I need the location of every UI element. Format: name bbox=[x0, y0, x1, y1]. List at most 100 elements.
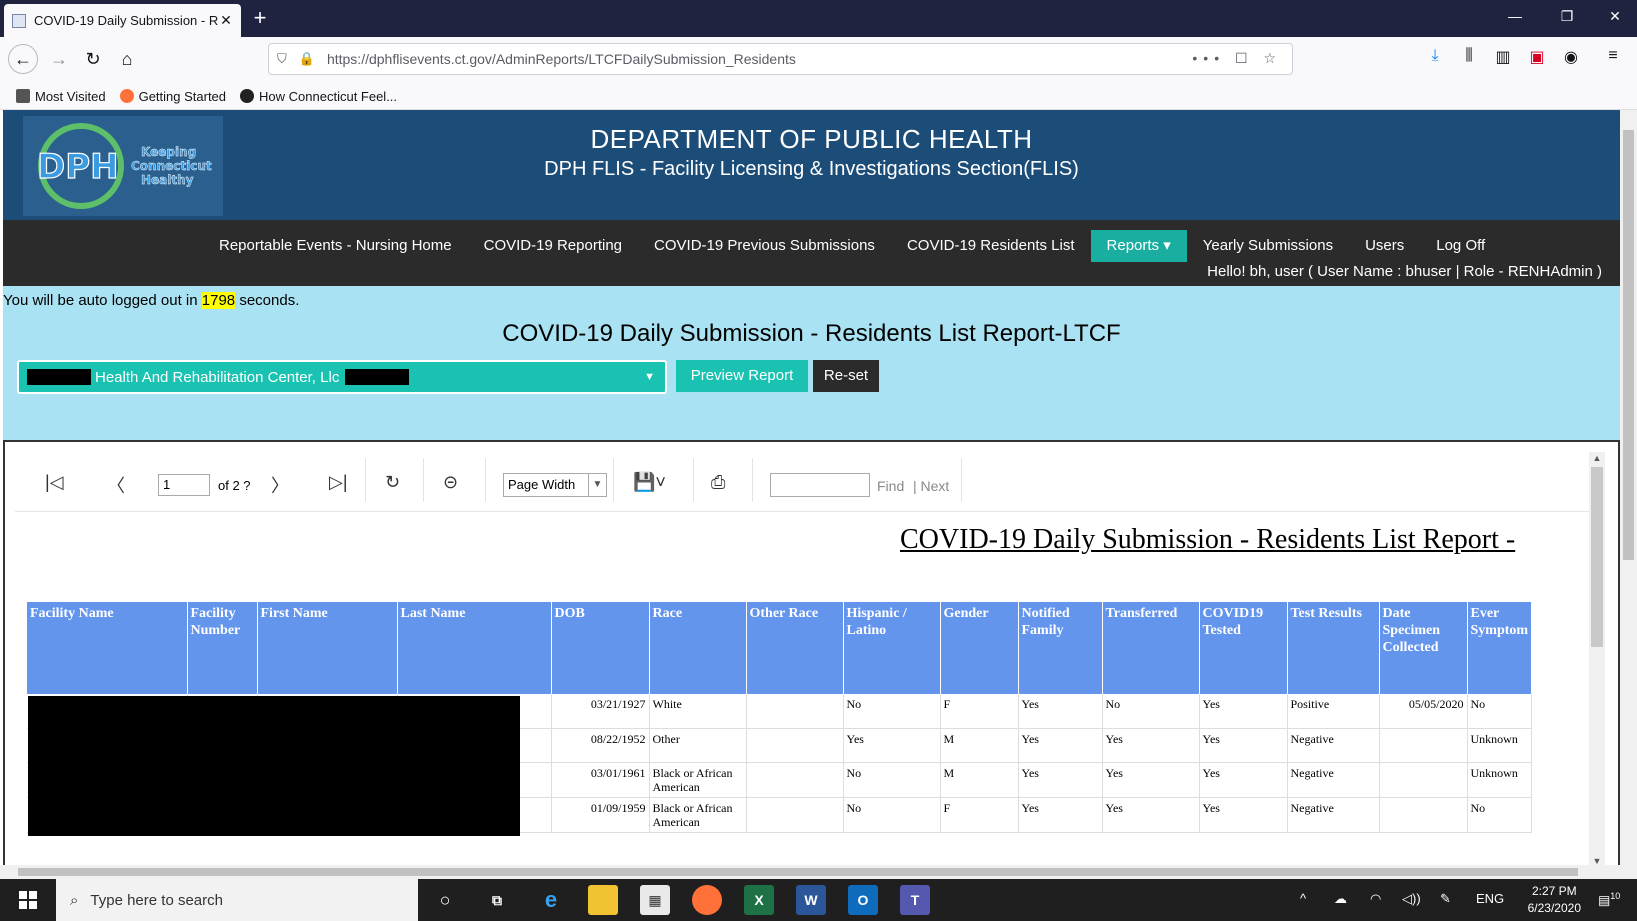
home-icon[interactable]: ⌂ bbox=[112, 44, 142, 74]
col-last-name: Last Name bbox=[397, 602, 552, 694]
url-text[interactable]: https://dphflisevents.ct.gov/AdminReport… bbox=[327, 51, 796, 67]
firefox-icon bbox=[119, 89, 134, 103]
menu-users[interactable]: Users bbox=[1349, 230, 1420, 262]
zoom-select[interactable]: Page Width ▼ bbox=[503, 473, 607, 497]
bookmark-how-connecticut[interactable]: How Connecticut Feel... bbox=[240, 89, 397, 104]
scroll-thumb[interactable] bbox=[1591, 467, 1603, 647]
page-actions-icon[interactable]: ••• ☐ ☆ bbox=[1192, 50, 1282, 67]
restore-icon[interactable]: ❐ bbox=[1552, 8, 1582, 25]
horizontal-scroll-thumb[interactable] bbox=[18, 868, 1578, 876]
word-icon[interactable]: W bbox=[796, 885, 826, 915]
menu-yearly-submissions[interactable]: Yearly Submissions bbox=[1187, 230, 1349, 262]
menu-residents-list[interactable]: COVID-19 Residents List bbox=[891, 230, 1091, 262]
page-scrollbar[interactable] bbox=[1620, 110, 1637, 865]
save-export-icon[interactable]: 💾˅ bbox=[633, 472, 666, 493]
excel-icon[interactable]: X bbox=[744, 885, 774, 915]
tray-chevron-icon[interactable]: ^ bbox=[1300, 891, 1306, 906]
url-bar[interactable]: ⛉ 🔒 https://dphflisevents.ct.gov/AdminRe… bbox=[268, 43, 1293, 75]
teams-icon[interactable]: T bbox=[900, 885, 930, 915]
preview-report-button[interactable]: Preview Report bbox=[676, 360, 808, 392]
facility-select[interactable]: Health And Rehabilitation Center, Llc ▼ bbox=[17, 360, 667, 394]
cortana-icon[interactable]: ○ bbox=[430, 885, 460, 915]
language-indicator[interactable]: ENG bbox=[1476, 891, 1504, 906]
scroll-down-icon[interactable]: ▼ bbox=[1589, 856, 1605, 865]
onedrive-icon[interactable]: ☁ bbox=[1334, 891, 1347, 907]
cell: Black or African American bbox=[649, 797, 747, 833]
wifi-icon[interactable]: ◠ bbox=[1370, 891, 1381, 907]
col-other-race: Other Race bbox=[746, 602, 844, 694]
report-scrollbar[interactable]: ▲ ▼ bbox=[1589, 452, 1605, 865]
previous-page-icon[interactable]: 〈 bbox=[107, 472, 125, 498]
firefox-icon[interactable] bbox=[692, 885, 722, 915]
outlook-icon[interactable]: O bbox=[848, 885, 878, 915]
hamburger-menu-icon[interactable]: ≡ bbox=[1600, 47, 1626, 65]
close-tab-icon[interactable]: ✕ bbox=[219, 12, 233, 29]
gear-icon bbox=[16, 89, 30, 103]
first-page-icon[interactable]: |◁ bbox=[45, 472, 64, 493]
forward-arrow-icon[interactable]: → bbox=[44, 44, 74, 74]
bookmark-most-visited[interactable]: Most Visited bbox=[16, 89, 106, 104]
print-icon[interactable]: ⎙ bbox=[711, 472, 725, 493]
task-view-icon[interactable]: ⧉ bbox=[482, 885, 512, 915]
report-viewer: |◁ 〈 1 of 2 ? 〉 ▷| ↻ ⊝ Page Width ▼ 💾˅ ⎙ bbox=[3, 440, 1620, 865]
next-page-icon[interactable]: 〉 bbox=[271, 472, 289, 498]
department-subtitle: DPH FLIS - Facility Licensing & Investig… bbox=[544, 158, 1079, 180]
scroll-up-icon[interactable]: ▲ bbox=[1589, 453, 1605, 463]
next-link[interactable]: | Next bbox=[913, 478, 949, 494]
horizontal-scrollbar[interactable] bbox=[0, 865, 1637, 879]
new-tab-button[interactable]: + bbox=[248, 5, 272, 31]
bookmark-getting-started[interactable]: Getting Started bbox=[119, 89, 226, 104]
chevron-down-icon: ▼ bbox=[588, 474, 606, 496]
system-clock[interactable]: 2:27 PM 6/23/2020 bbox=[1528, 883, 1581, 917]
sidebar-icon[interactable]: ▥ bbox=[1490, 47, 1516, 67]
notification-icon[interactable]: ▤10 bbox=[1598, 891, 1620, 908]
menu-previous-submissions[interactable]: COVID-19 Previous Submissions bbox=[638, 230, 891, 262]
cell: 03/01/1961 bbox=[551, 762, 650, 798]
page-scroll-thumb[interactable] bbox=[1623, 130, 1634, 560]
download-icon[interactable]: ⤓ bbox=[1422, 47, 1448, 65]
back-arrow-icon[interactable]: ← bbox=[8, 44, 38, 74]
windows-taskbar: ⌕ Type here to search ○ ⧉ e ▦ X W O T ^ … bbox=[0, 879, 1637, 921]
table-header-row: Facility Name Facility Number First Name… bbox=[27, 602, 1533, 694]
back-to-parent-icon[interactable]: ⊝ bbox=[443, 472, 458, 493]
col-race: Race bbox=[649, 602, 747, 694]
cell: No bbox=[843, 797, 941, 833]
page-number-input[interactable]: 1 bbox=[158, 474, 210, 496]
cell: Yes bbox=[1199, 797, 1288, 833]
col-dob: DOB bbox=[551, 602, 650, 694]
pocket-icon[interactable]: ▣ bbox=[1524, 47, 1550, 67]
account-icon[interactable]: ◉ bbox=[1558, 47, 1584, 67]
divider bbox=[365, 458, 366, 502]
edge-icon[interactable]: e bbox=[536, 885, 566, 915]
page-count: of 2 ? bbox=[218, 478, 251, 493]
volume-icon[interactable]: ◁)) bbox=[1402, 891, 1421, 907]
pen-icon[interactable]: ✎ bbox=[1440, 891, 1451, 907]
file-explorer-icon[interactable] bbox=[588, 885, 618, 915]
close-window-icon[interactable]: ✕ bbox=[1600, 8, 1630, 25]
cell: White bbox=[649, 694, 747, 729]
divider bbox=[961, 458, 962, 502]
menu-reportable-events[interactable]: Reportable Events - Nursing Home bbox=[203, 230, 468, 262]
menu-log-off[interactable]: Log Off bbox=[1420, 230, 1501, 262]
cell: Negative bbox=[1287, 762, 1380, 798]
redaction bbox=[345, 369, 410, 385]
taskbar-search[interactable]: ⌕ Type here to search bbox=[56, 879, 418, 921]
find-input[interactable] bbox=[770, 473, 870, 497]
divider bbox=[693, 458, 694, 502]
find-link[interactable]: Find bbox=[877, 478, 904, 494]
main-menu: Reportable Events - Nursing Home COVID-1… bbox=[3, 220, 1620, 286]
minimize-icon[interactable]: — bbox=[1500, 8, 1530, 24]
windows-start-button[interactable] bbox=[0, 879, 56, 921]
lock-icon[interactable]: 🔒 bbox=[299, 51, 315, 67]
library-icon[interactable]: ⫼ bbox=[1456, 47, 1482, 65]
menu-covid-reporting[interactable]: COVID-19 Reporting bbox=[468, 230, 638, 262]
browser-navbar: ← → ↻ ⌂ ⛉ 🔒 https://dphflisevents.ct.gov… bbox=[0, 37, 1637, 83]
browser-tab[interactable]: COVID-19 Daily Submission - R ✕ bbox=[4, 4, 241, 37]
last-page-icon[interactable]: ▷| bbox=[329, 472, 348, 493]
menu-reports[interactable]: Reports ▾ bbox=[1090, 230, 1187, 262]
reset-button[interactable]: Re-set bbox=[813, 360, 879, 392]
reload-icon[interactable]: ↻ bbox=[78, 44, 108, 74]
refresh-icon[interactable]: ↻ bbox=[385, 472, 400, 493]
store-icon[interactable]: ▦ bbox=[640, 885, 670, 915]
shield-icon[interactable]: ⛉ bbox=[277, 51, 287, 67]
